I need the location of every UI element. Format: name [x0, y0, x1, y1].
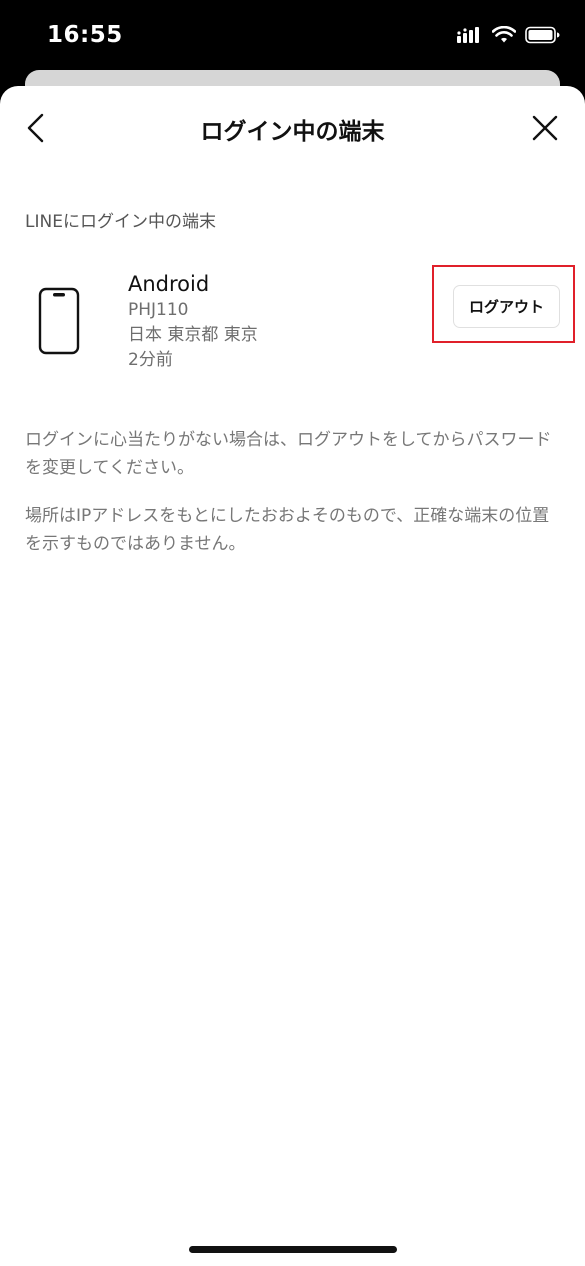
note-password-change: ログインに心当たりがない場合は、ログアウトをしてからパスワードを変更してください… [25, 430, 552, 478]
device-model: PHJ110 [128, 300, 189, 320]
cellular-signal-icon [457, 27, 479, 43]
device-row: Android PHJ110 日本 東京都 東京 2分前 ログアウト [0, 265, 585, 380]
battery-icon [525, 26, 560, 44]
status-time: 16:55 [47, 22, 123, 48]
page-title: ログイン中の端末 [200, 119, 385, 145]
device-info: Android PHJ110 日本 東京都 東京 2分前 [128, 270, 258, 373]
smartphone-icon [38, 287, 82, 361]
note-location-accuracy: 場所はIPアドレスをもとにしたおおよそのもので、正確な端末の位置を示すものではあ… [25, 506, 550, 554]
status-bar: 16:55 [0, 0, 585, 72]
logout-button[interactable]: ログアウト [453, 285, 560, 328]
screen: 16:55 ログイン中の端末 LINEにログイン中の端末 Android PHJ… [0, 0, 585, 1266]
nav-bar: ログイン中の端末 [0, 86, 585, 170]
device-location: 日本 東京都 東京 [128, 325, 258, 345]
modal-sheet: ログイン中の端末 LINEにログイン中の端末 Android PHJ110 日本… [0, 86, 585, 1266]
device-name: Android [128, 272, 210, 296]
home-indicator [189, 1246, 397, 1253]
close-icon [532, 115, 558, 141]
close-button[interactable] [525, 108, 565, 148]
section-label: LINEにログイン中の端末 [25, 212, 216, 232]
device-last-seen: 2分前 [128, 350, 173, 370]
status-icons [457, 26, 561, 44]
wifi-icon [492, 26, 516, 43]
